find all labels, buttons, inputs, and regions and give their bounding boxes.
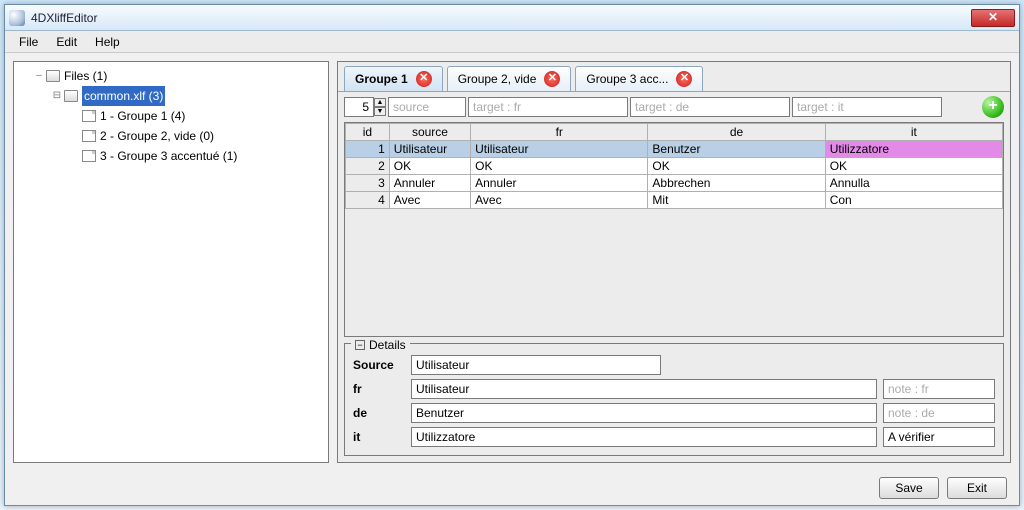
details-legend: −Details: [351, 338, 410, 352]
tree-group-3[interactable]: 3 - Groupe 3 accentué (1): [70, 146, 326, 166]
filter-source[interactable]: [388, 97, 466, 117]
table-row[interactable]: 1 Utilisateur Utilisateur Benutzer Utili…: [346, 141, 1003, 158]
save-button[interactable]: Save: [879, 477, 939, 499]
table-row[interactable]: 4 Avec Avec Mit Con: [346, 192, 1003, 209]
tree-panel: –Files (1) ⊟common.xlf (3) 1 - Groupe 1 …: [13, 61, 329, 463]
window-close-button[interactable]: ✕: [971, 9, 1015, 27]
tabs: Groupe 1✕ Groupe 2, vide✕ Groupe 3 acc..…: [338, 62, 1010, 92]
file-icon: [82, 150, 96, 162]
note-it[interactable]: [883, 427, 995, 447]
col-id[interactable]: id: [346, 124, 390, 141]
tree-file[interactable]: ⊟common.xlf (3): [52, 86, 326, 106]
collapse-icon[interactable]: ⊟: [52, 86, 62, 106]
table[interactable]: id source fr de it 1 Utilisateur Utilisa…: [344, 122, 1004, 337]
menu-file[interactable]: File: [11, 33, 46, 51]
titlebar[interactable]: 4DXliffEditor ✕: [5, 5, 1019, 31]
menubar: File Edit Help: [5, 31, 1019, 53]
count-spinner[interactable]: ▲▼: [344, 97, 386, 117]
spin-up-icon[interactable]: ▲: [374, 98, 386, 107]
detail-source[interactable]: [411, 355, 661, 375]
tab-groupe-1[interactable]: Groupe 1✕: [344, 66, 443, 91]
label-de: de: [353, 403, 405, 423]
col-fr[interactable]: fr: [471, 124, 648, 141]
tree: –Files (1) ⊟common.xlf (3) 1 - Groupe 1 …: [16, 66, 326, 166]
note-fr[interactable]: [883, 379, 995, 399]
app-window: 4DXliffEditor ✕ File Edit Help –Files (1…: [4, 4, 1020, 506]
detail-it[interactable]: [411, 427, 877, 447]
tree-group-1[interactable]: 1 - Groupe 1 (4): [70, 106, 326, 126]
collapse-icon[interactable]: −: [355, 340, 365, 350]
details-panel: −Details Source fr de it: [344, 343, 1004, 456]
col-it[interactable]: it: [825, 124, 1002, 141]
tree-root[interactable]: –Files (1): [34, 66, 326, 86]
add-button[interactable]: +: [982, 96, 1004, 118]
filter-row: ▲▼ +: [338, 92, 1010, 122]
tab-groupe-3[interactable]: Groupe 3 acc...✕: [575, 66, 703, 91]
folder-icon: [46, 70, 60, 82]
label-source: Source: [353, 355, 405, 375]
label-fr: fr: [353, 379, 405, 399]
note-de[interactable]: [883, 403, 995, 423]
label-it: it: [353, 427, 405, 447]
filter-de[interactable]: [630, 97, 790, 117]
detail-de[interactable]: [411, 403, 877, 423]
close-icon[interactable]: ✕: [416, 71, 432, 87]
tree-group-2[interactable]: 2 - Groupe 2, vide (0): [70, 126, 326, 146]
folder-icon: [64, 90, 78, 102]
close-icon[interactable]: ✕: [544, 71, 560, 87]
filter-fr[interactable]: [468, 97, 628, 117]
file-icon: [82, 130, 96, 142]
count-input[interactable]: [344, 97, 374, 117]
detail-fr[interactable]: [411, 379, 877, 399]
menu-help[interactable]: Help: [87, 33, 128, 51]
filter-it[interactable]: [792, 97, 942, 117]
menu-edit[interactable]: Edit: [48, 33, 85, 51]
tab-groupe-2[interactable]: Groupe 2, vide✕: [447, 66, 572, 91]
table-row[interactable]: 2 OK OK OK OK: [346, 158, 1003, 175]
java-icon: [9, 10, 25, 26]
collapse-icon[interactable]: –: [34, 66, 44, 86]
spin-down-icon[interactable]: ▼: [374, 107, 386, 116]
col-de[interactable]: de: [648, 124, 825, 141]
footer: Save Exit: [5, 471, 1019, 505]
close-icon[interactable]: ✕: [676, 71, 692, 87]
table-row[interactable]: 3 Annuler Annuler Abbrechen Annulla: [346, 175, 1003, 192]
window-title: 4DXliffEditor: [31, 11, 971, 25]
col-source[interactable]: source: [389, 124, 470, 141]
exit-button[interactable]: Exit: [947, 477, 1007, 499]
file-icon: [82, 110, 96, 122]
content: –Files (1) ⊟common.xlf (3) 1 - Groupe 1 …: [5, 53, 1019, 471]
right-panel: Groupe 1✕ Groupe 2, vide✕ Groupe 3 acc..…: [337, 61, 1011, 463]
